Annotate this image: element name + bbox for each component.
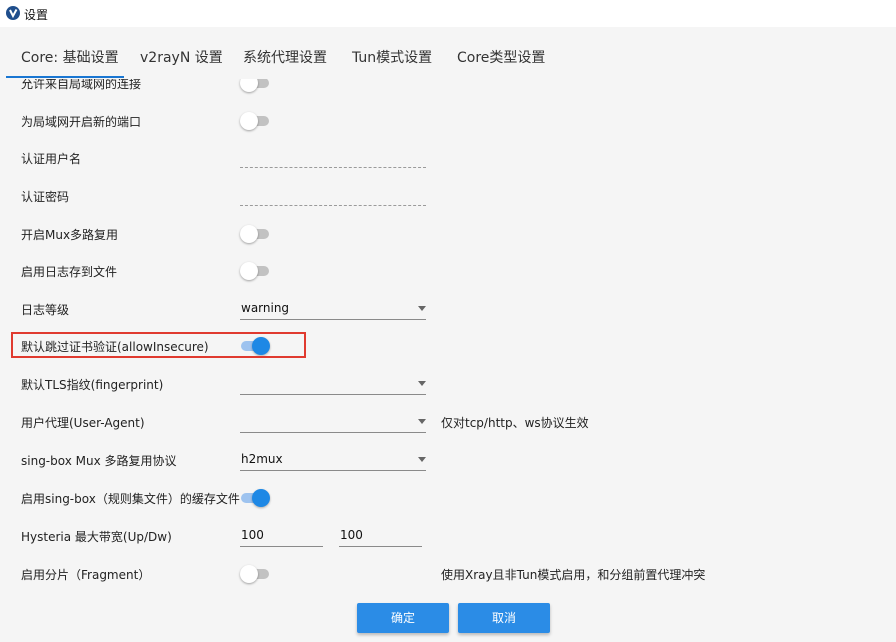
- auth-pass-label: 认证密码: [21, 190, 70, 204]
- tls-fingerprint-select[interactable]: [240, 372, 426, 395]
- log-level-select[interactable]: warning: [240, 297, 426, 320]
- auth-user-label: 认证用户名: [21, 152, 82, 166]
- tls-fingerprint-label: 默认TLS指纹(fingerprint): [21, 378, 164, 392]
- setting-row-lan-port: 为局域网开启新的端口: [0, 106, 896, 136]
- hysteria-up-input[interactable]: 100: [240, 524, 323, 547]
- chevron-down-icon: [418, 381, 426, 386]
- tab-bar: Core: 基础设置 v2rayN 设置 系统代理设置 Tun模式设置 Core…: [0, 27, 896, 79]
- singbox-mux-label: sing-box Mux 多路复用协议: [21, 454, 177, 468]
- hysteria-down-input[interactable]: 100: [339, 524, 422, 547]
- singbox-cache-toggle[interactable]: [240, 489, 270, 507]
- tab-core-type[interactable]: Core类型设置: [457, 47, 545, 67]
- v2rayn-app-icon: [6, 6, 20, 20]
- setting-row-singbox-cache: 启用sing-box（规则集文件）的缓存文件: [0, 483, 896, 513]
- fragment-hint: 使用Xray且非Tun模式启用，和分组前置代理冲突: [441, 568, 706, 582]
- setting-row-user-agent: 用户代理(User-Agent) 仅对tcp/http、ws协议生效: [0, 407, 896, 437]
- user-agent-select[interactable]: [240, 410, 426, 433]
- user-agent-hint: 仅对tcp/http、ws协议生效: [441, 416, 589, 430]
- fragment-toggle[interactable]: [240, 565, 270, 583]
- setting-row-auth-user: 认证用户名: [0, 143, 896, 173]
- allow-lan-toggle[interactable]: [240, 79, 270, 92]
- log-file-label: 启用日志存到文件: [21, 265, 118, 279]
- setting-row-mux: 开启Mux多路复用: [0, 219, 896, 249]
- lan-port-label: 为局域网开启新的端口: [21, 115, 142, 129]
- setting-row-singbox-mux: sing-box Mux 多路复用协议 h2mux: [0, 445, 896, 475]
- lan-port-toggle[interactable]: [240, 112, 270, 130]
- active-tab-indicator: [6, 76, 124, 78]
- tab-tun-mode[interactable]: Tun模式设置: [352, 47, 432, 67]
- setting-row-fragment: 启用分片（Fragment） 使用Xray且非Tun模式启用，和分组前置代理冲突: [0, 559, 896, 589]
- title-bar: 设置: [0, 0, 896, 27]
- log-level-label: 日志等级: [21, 303, 70, 317]
- cancel-button[interactable]: 取消: [458, 603, 550, 633]
- setting-row-hysteria-bw: Hysteria 最大带宽(Up/Dw) 100 100: [0, 521, 896, 551]
- window-title: 设置: [24, 8, 49, 22]
- setting-row-log-level: 日志等级 warning: [0, 294, 896, 324]
- tab-v2rayn[interactable]: v2rayN 设置: [140, 47, 223, 67]
- setting-row-tls-fingerprint: 默认TLS指纹(fingerprint): [0, 369, 896, 399]
- chevron-down-icon: [418, 457, 426, 462]
- auth-user-input[interactable]: [240, 147, 426, 168]
- setting-row-auth-pass: 认证密码: [0, 181, 896, 211]
- mux-label: 开启Mux多路复用: [21, 228, 119, 242]
- tab-core-basic[interactable]: Core: 基础设置: [21, 47, 119, 67]
- hysteria-down-value: 100: [340, 528, 363, 542]
- log-file-toggle[interactable]: [240, 262, 270, 280]
- chevron-down-icon: [418, 419, 426, 424]
- highlight-box: [11, 332, 306, 358]
- log-level-value: warning: [241, 301, 290, 315]
- singbox-mux-value: h2mux: [241, 452, 283, 466]
- chevron-down-icon: [418, 306, 426, 311]
- singbox-cache-label: 启用sing-box（规则集文件）的缓存文件: [21, 492, 240, 506]
- singbox-mux-select[interactable]: h2mux: [240, 448, 426, 471]
- setting-row-allow-lan: 允许来自局域网的连接: [0, 79, 896, 98]
- settings-list[interactable]: 允许来自局域网的连接 为局域网开启新的端口 认证用户名 认证密码 开启Mux多路…: [0, 79, 896, 599]
- ok-button[interactable]: 确定: [357, 603, 449, 633]
- user-agent-label: 用户代理(User-Agent): [21, 416, 145, 430]
- auth-pass-input[interactable]: [240, 185, 426, 206]
- tab-system-proxy[interactable]: 系统代理设置: [243, 47, 327, 67]
- mux-toggle[interactable]: [240, 225, 270, 243]
- setting-row-log-file: 启用日志存到文件: [0, 256, 896, 286]
- hysteria-up-value: 100: [241, 528, 264, 542]
- fragment-label: 启用分片（Fragment）: [21, 568, 151, 582]
- hysteria-bw-label: Hysteria 最大带宽(Up/Dw): [21, 530, 172, 544]
- allow-lan-label: 允许来自局域网的连接: [21, 79, 142, 91]
